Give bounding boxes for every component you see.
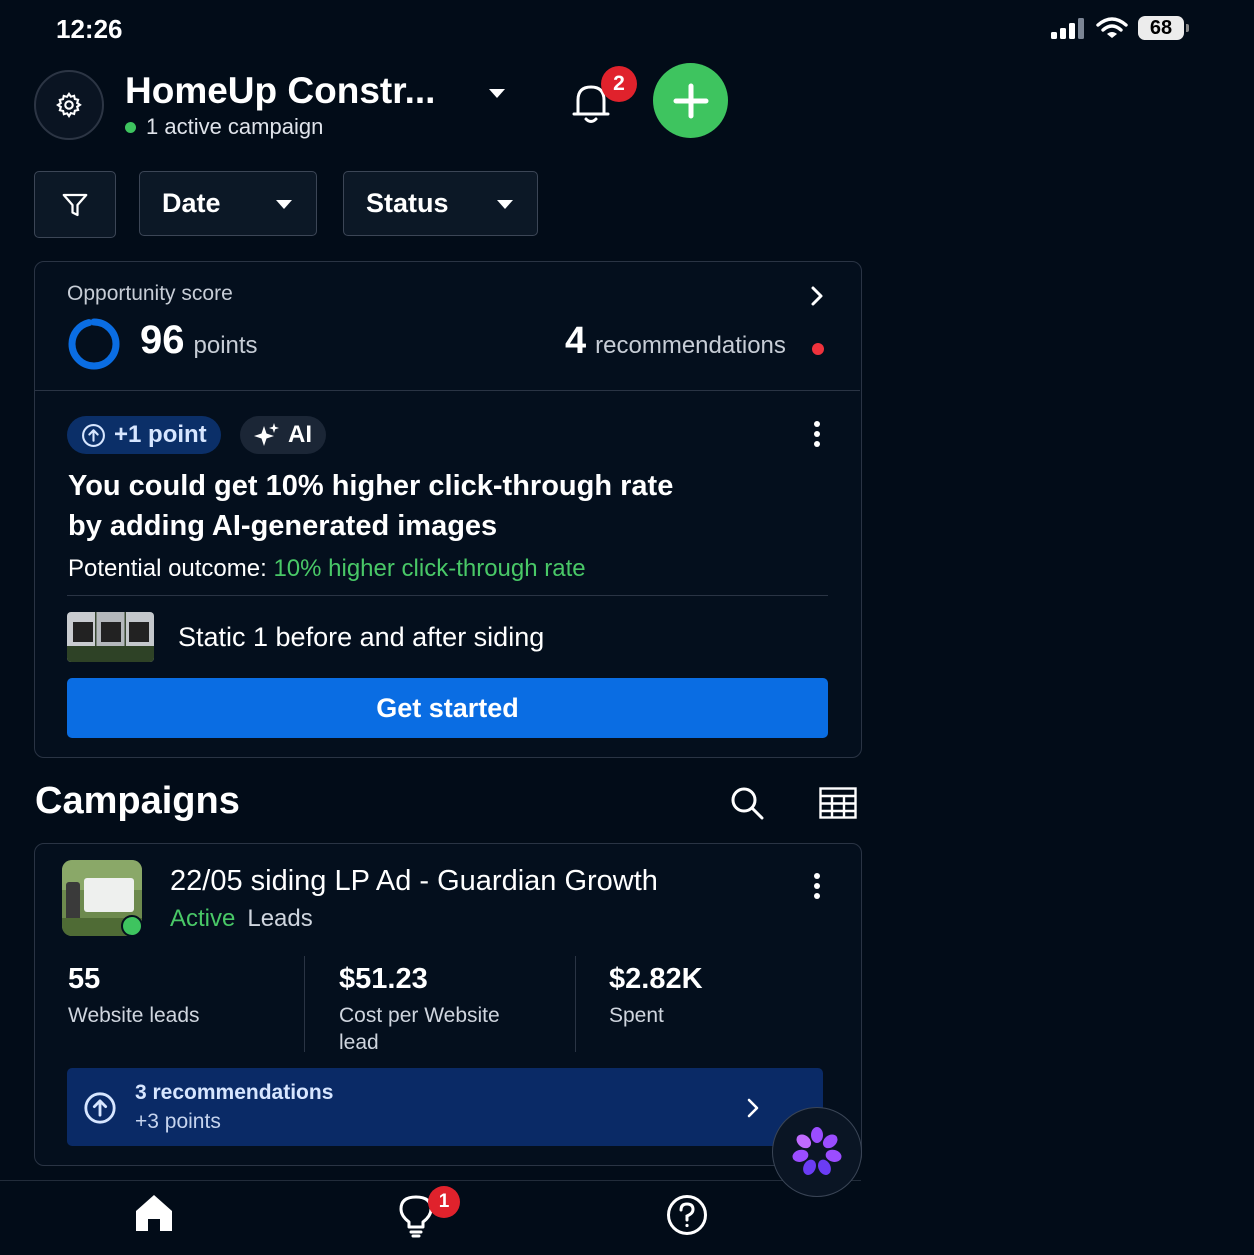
campaign-recommendations-banner[interactable] xyxy=(67,1068,823,1146)
campaign-recommendations-points: +3 points xyxy=(135,1110,221,1133)
filter-icon xyxy=(62,193,88,216)
headline-line-1: You could get 10% higher click-through r… xyxy=(68,470,674,502)
gear-icon xyxy=(56,92,82,119)
status-filter-dropdown[interactable]: Status xyxy=(343,171,538,236)
active-campaigns-status: 1 active campaign xyxy=(125,114,323,140)
outcome-label: Potential outcome: xyxy=(68,555,274,582)
search-icon xyxy=(731,787,764,820)
campaign-name: 22/05 siding LP Ad - Guardian Growth xyxy=(170,865,658,897)
opportunity-score: 96 points xyxy=(140,318,258,363)
create-button[interactable] xyxy=(653,63,728,138)
recommendation-headline: You could get 10% higher click-through r… xyxy=(68,466,788,546)
metric-cost-per-lead: $51.23 Cost per Website lead xyxy=(339,963,539,1056)
chevron-down-icon xyxy=(489,89,505,98)
date-filter-dropdown[interactable]: Date xyxy=(139,171,317,236)
filter-button[interactable] xyxy=(34,171,116,238)
more-vertical-icon xyxy=(814,873,820,899)
account-switcher-caret[interactable] xyxy=(487,86,507,105)
metric-value: $2.82K xyxy=(609,963,703,995)
search-campaigns-button[interactable] xyxy=(729,785,765,826)
divider xyxy=(67,595,828,596)
home-icon xyxy=(136,1195,172,1231)
points-tag: +1 point xyxy=(67,416,221,454)
metric-divider xyxy=(575,956,576,1052)
notification-badge: 2 xyxy=(601,66,637,102)
settings-button[interactable] xyxy=(34,70,104,140)
score-progress-arc xyxy=(68,318,120,370)
table-icon xyxy=(819,787,857,819)
campaign-objective: Leads xyxy=(247,905,313,932)
campaigns-title: Campaigns xyxy=(35,780,240,822)
wifi-icon xyxy=(1096,17,1128,38)
campaign-status: Active xyxy=(170,905,236,932)
card-divider xyxy=(35,390,860,391)
asset-name: Static 1 before and after siding xyxy=(178,622,545,652)
opportunity-title: Opportunity score xyxy=(67,282,233,305)
help-icon xyxy=(667,1195,707,1235)
metric-label: Cost per Website lead xyxy=(339,1004,500,1054)
metric-label: Website leads xyxy=(68,1004,200,1027)
opportunity-details-button[interactable] xyxy=(806,285,828,312)
metric-label: Spent xyxy=(609,1004,664,1027)
nav-help[interactable] xyxy=(666,1194,708,1241)
headline-line-2: by adding AI-generated images xyxy=(68,510,498,542)
assistant-flower-icon xyxy=(792,1127,842,1175)
recommendation-more-button[interactable] xyxy=(805,420,829,453)
status-icons: 68 xyxy=(1050,16,1189,40)
arrow-up-circle-icon xyxy=(82,423,105,447)
get-started-button[interactable]: Get started xyxy=(67,678,828,738)
metric-value: 55 xyxy=(68,963,101,995)
date-filter-label: Date xyxy=(162,188,221,218)
assistant-button[interactable] xyxy=(772,1107,862,1197)
account-name[interactable]: HomeUp Constr... xyxy=(125,70,435,112)
active-status-dot xyxy=(125,121,136,133)
potential-outcome: Potential outcome: 10% higher click-thro… xyxy=(68,555,586,583)
status-filter-label: Status xyxy=(366,188,449,218)
ai-tag-label: AI xyxy=(288,421,312,448)
points-tag-label: +1 point xyxy=(114,421,207,448)
recommendations-summary[interactable]: 4 recommendations xyxy=(565,320,786,363)
asset-thumbnail xyxy=(67,612,154,662)
metric-website-leads: 55 Website leads xyxy=(68,963,288,1029)
outcome-value: 10% higher click-through rate xyxy=(273,555,586,582)
chevron-down-icon xyxy=(497,199,513,209)
opportunity-score-ring xyxy=(68,318,120,370)
campaign-recommendations-title: 3 recommendations xyxy=(135,1081,334,1104)
nav-home[interactable] xyxy=(133,1193,175,1238)
chevron-right-icon xyxy=(811,286,823,306)
more-vertical-icon xyxy=(814,421,820,447)
battery-indicator: 68 xyxy=(1138,16,1189,40)
campaign-more-button[interactable] xyxy=(805,872,829,905)
metric-spent: $2.82K Spent xyxy=(609,963,809,1029)
plus-icon xyxy=(673,83,708,118)
battery-level: 68 xyxy=(1149,16,1173,39)
metric-divider xyxy=(304,956,305,1052)
sparkle-icon xyxy=(254,423,279,446)
ideas-badge: 1 xyxy=(428,1186,460,1218)
ai-tag: AI xyxy=(240,416,326,454)
chevron-down-icon xyxy=(276,199,292,209)
score-value: 96 xyxy=(140,318,185,362)
campaign-active-dot xyxy=(121,915,143,937)
recommendations-label: recommendations xyxy=(595,332,786,359)
signal-icon xyxy=(1051,18,1084,39)
chevron-right-icon xyxy=(742,1097,764,1124)
campaign-meta: Active Leads xyxy=(170,905,313,933)
recommendations-count: 4 xyxy=(565,320,587,362)
score-unit: points xyxy=(193,332,258,359)
table-view-button[interactable] xyxy=(819,787,857,824)
metric-value: $51.23 xyxy=(339,963,428,995)
recommendations-alert-dot xyxy=(812,343,824,355)
status-time: 12:26 xyxy=(56,14,123,44)
active-campaigns-text: 1 active campaign xyxy=(146,114,324,139)
arrow-up-circle-icon xyxy=(83,1091,117,1130)
